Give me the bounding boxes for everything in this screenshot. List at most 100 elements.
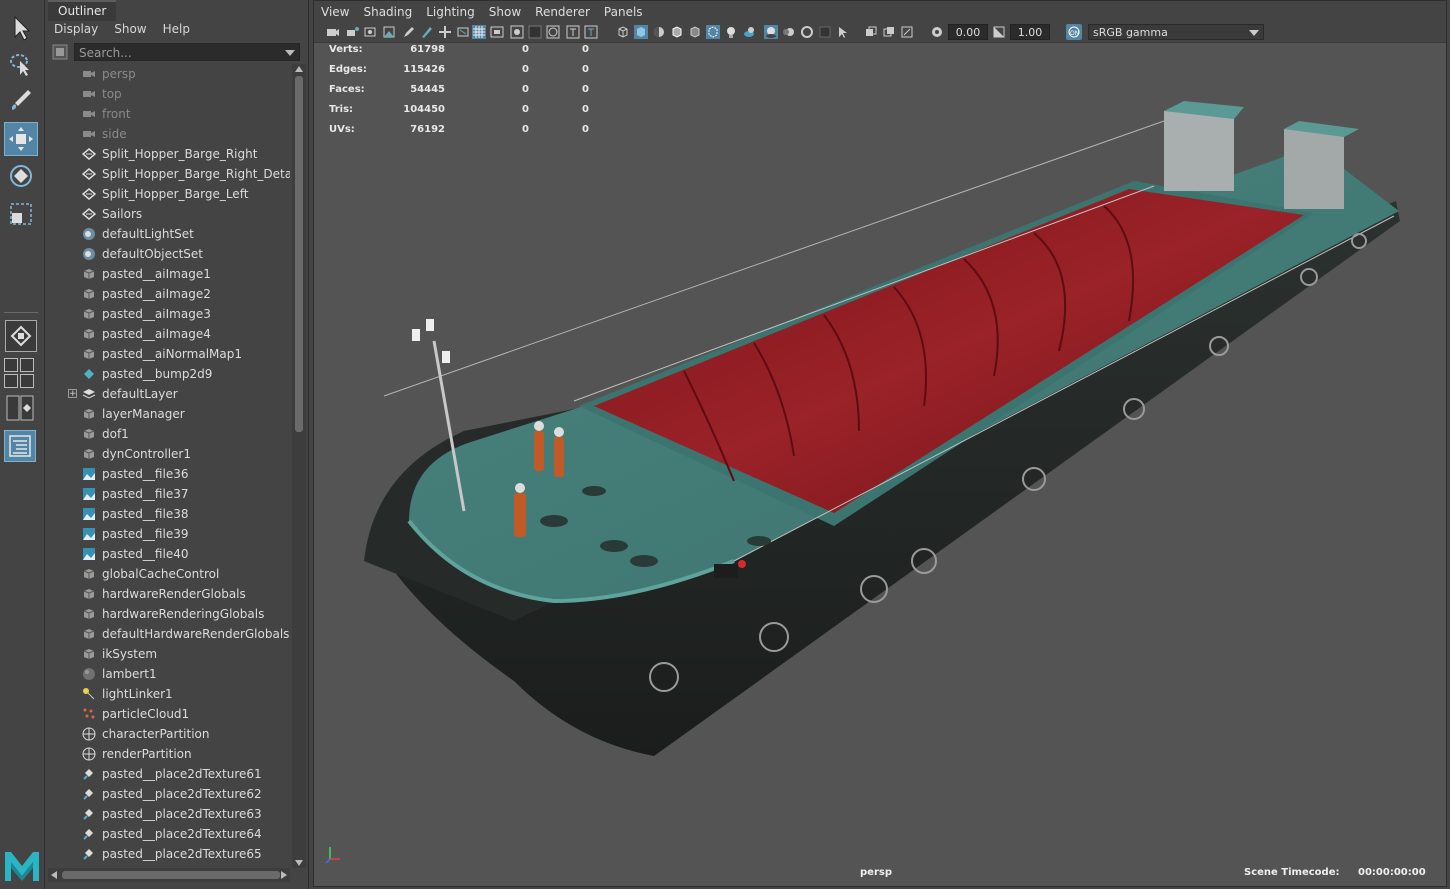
scroll-down-icon[interactable] [295, 860, 303, 866]
bookmark-icon[interactable] [364, 25, 378, 39]
depth-of-field-icon[interactable] [818, 25, 832, 39]
pencil-icon[interactable] [402, 25, 416, 39]
chevron-down-icon[interactable] [285, 50, 295, 56]
outliner-row[interactable]: pasted__file37 [46, 484, 290, 504]
menu-panels[interactable]: Panels [597, 1, 650, 23]
outliner-row[interactable]: top [46, 84, 290, 104]
search-input[interactable]: Search... [74, 43, 300, 61]
barge-3d-scene[interactable] [314, 1, 1446, 886]
two-pane-layout-icon[interactable] [5, 394, 35, 422]
outliner-row[interactable]: pasted__place2dTexture62 [46, 784, 290, 804]
gamma-field[interactable]: 1.00 [1010, 24, 1050, 40]
grid-icon[interactable] [472, 25, 486, 39]
outliner-row[interactable]: particleCloud1 [46, 704, 290, 724]
outliner-row[interactable]: pasted__file40 [46, 544, 290, 564]
paint-select-tool-icon[interactable] [4, 84, 38, 116]
field-chart-icon[interactable] [528, 25, 542, 39]
smooth-shade-icon[interactable] [634, 25, 648, 39]
single-pane-layout-icon[interactable] [5, 320, 37, 352]
vertical-scrollbar[interactable] [292, 64, 306, 868]
wireframe-on-shaded-icon[interactable] [670, 25, 684, 39]
safe-action-icon[interactable] [546, 25, 560, 39]
grease-pencil-icon[interactable] [420, 25, 434, 39]
exposure-field[interactable]: 0.00 [948, 24, 988, 40]
outliner-row[interactable]: pasted__place2dTexture61 [46, 764, 290, 784]
image-plane-icon[interactable] [382, 25, 396, 39]
xray-joints-icon[interactable] [900, 25, 914, 39]
outliner-row[interactable]: Split_Hopper_Barge_Left [46, 184, 290, 204]
outliner-row[interactable]: pasted__aiImage3 [46, 304, 290, 324]
outliner-row[interactable]: layerManager [46, 404, 290, 424]
outliner-list[interactable]: persp top front side Split_Hopper_Barge_Righ… [46, 64, 290, 866]
horizontal-scrollbar-thumb[interactable] [62, 871, 280, 879]
text-icon[interactable] [584, 25, 598, 39]
outliner-row[interactable]: defaultHardwareRenderGlobals [46, 624, 290, 644]
menu-display[interactable]: Display [46, 19, 106, 39]
menu-show[interactable]: Show [106, 19, 154, 39]
outliner-row[interactable]: renderPartition [46, 744, 290, 764]
vertical-scrollbar-thumb[interactable] [295, 76, 303, 432]
scroll-up-icon[interactable] [295, 66, 303, 72]
outliner-row[interactable]: pasted__aiImage4 [46, 324, 290, 344]
light-bulb-icon[interactable] [724, 25, 738, 39]
motion-blur-icon[interactable] [782, 25, 796, 39]
four-pane-layout-icon[interactable] [4, 358, 34, 388]
select-tool-icon[interactable] [4, 12, 38, 44]
xray-active-components-icon[interactable] [882, 25, 896, 39]
outliner-row[interactable]: side [46, 124, 290, 144]
outliner-row[interactable]: front [46, 104, 290, 124]
chevron-down-icon[interactable] [1249, 30, 1259, 36]
outliner-row[interactable]: pasted__place2dTexture64 [46, 824, 290, 844]
xray-icon[interactable] [864, 25, 878, 39]
use-all-lights-icon[interactable] [706, 25, 720, 39]
scale-tool-icon[interactable] [4, 198, 38, 230]
anti-aliasing-icon[interactable] [800, 25, 814, 39]
outliner-row[interactable]: Split_Hopper_Barge_Right [46, 144, 290, 164]
menu-renderer[interactable]: Renderer [528, 1, 597, 23]
outliner-row[interactable]: pasted__aiImage2 [46, 284, 290, 304]
outliner-row[interactable]: hardwareRenderingGlobals [46, 604, 290, 624]
camera-icon[interactable] [326, 25, 340, 39]
view-transform-icon[interactable]: ON [1066, 24, 1082, 40]
outliner-row[interactable]: defaultLightSet [46, 224, 290, 244]
shadows-icon[interactable] [742, 25, 756, 39]
outliner-row[interactable]: characterPartition [46, 724, 290, 744]
camera-attributes-icon[interactable] [346, 25, 360, 39]
viewport-panel[interactable]: View Shading Lighting Show Renderer Panels [313, 0, 1447, 887]
exposure-icon[interactable] [930, 25, 944, 39]
outliner-row[interactable]: dof1 [46, 424, 290, 444]
outliner-row[interactable]: Sailors [46, 204, 290, 224]
menu-lighting[interactable]: Lighting [419, 1, 482, 23]
outliner-row[interactable]: pasted__place2dTexture65 [46, 844, 290, 864]
outliner-row[interactable]: ikSystem [46, 644, 290, 664]
screen-space-ao-icon[interactable] [764, 25, 778, 39]
outliner-row[interactable]: + defaultLayer [46, 384, 290, 404]
textured-icon[interactable] [688, 25, 702, 39]
outliner-row[interactable]: globalCacheControl [46, 564, 290, 584]
menu-show[interactable]: Show [482, 1, 528, 23]
rotate-tool-icon[interactable] [4, 160, 38, 192]
horizontal-scrollbar[interactable] [48, 868, 290, 882]
expand-toggle-icon[interactable]: + [68, 389, 77, 399]
menu-view[interactable]: View [314, 1, 356, 23]
2d-pan-icon[interactable] [438, 25, 452, 39]
outliner-row[interactable]: hardwareRenderGlobals [46, 584, 290, 604]
outliner-row[interactable]: persp [46, 64, 290, 84]
outliner-tab[interactable]: Outliner [48, 0, 117, 21]
lasso-tool-icon[interactable] [4, 48, 38, 80]
outliner-row[interactable]: dynController1 [46, 444, 290, 464]
outliner-row[interactable]: pasted__bump2d9 [46, 364, 290, 384]
safe-title-icon[interactable] [566, 25, 580, 39]
outliner-row[interactable]: pasted__aiImage1 [46, 264, 290, 284]
resolution-gate-icon[interactable] [490, 25, 504, 39]
use-default-material-icon[interactable] [652, 25, 666, 39]
color-space-dropdown[interactable]: sRGB gamma [1088, 24, 1264, 40]
menu-help[interactable]: Help [155, 19, 198, 39]
scroll-right-icon[interactable] [281, 871, 287, 879]
outliner-row[interactable]: lambert1 [46, 664, 290, 684]
outliner-row[interactable]: pasted__place2dTexture63 [46, 804, 290, 824]
outliner-row[interactable]: defaultObjectSet [46, 244, 290, 264]
outliner-row[interactable]: pasted__aiNormalMap1 [46, 344, 290, 364]
wireframe-cube-icon[interactable] [616, 25, 630, 39]
outliner-row[interactable]: Split_Hopper_Barge_Right_Detail [46, 164, 290, 184]
